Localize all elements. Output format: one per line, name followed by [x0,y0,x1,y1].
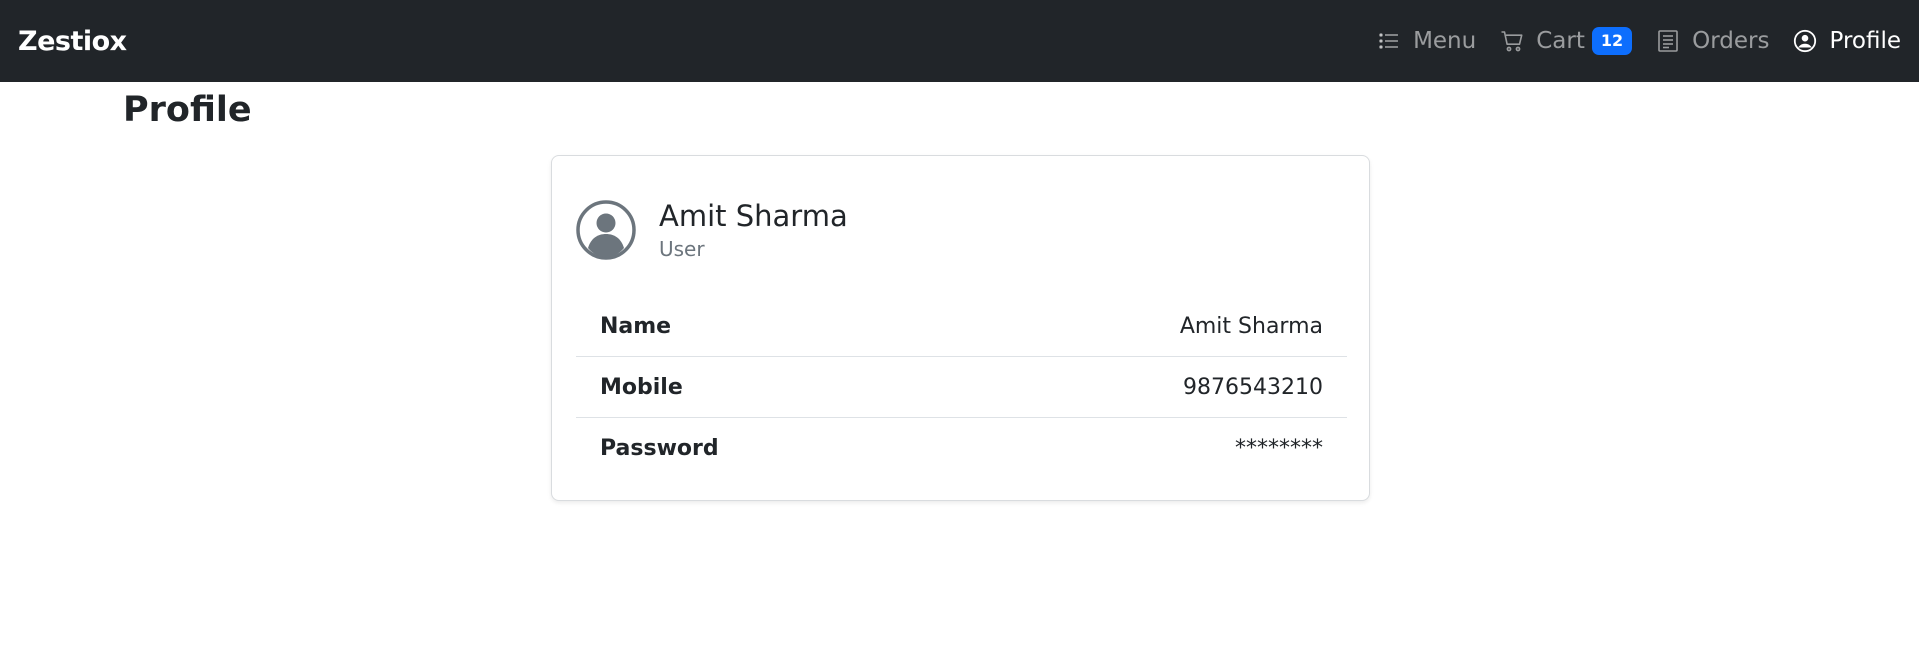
list-icon [1377,29,1401,53]
detail-value: Amit Sharma [1179,313,1323,339]
page-title: Profile [123,90,252,130]
profile-header-text: Amit Sharma User [659,198,848,262]
nav-item-orders-label: Orders [1692,28,1770,54]
receipt-icon [1656,29,1680,53]
nav-links: Menu Cart 12 Orders Profile [1353,0,1901,82]
cart-count-badge: 12 [1591,27,1633,55]
profile-name: Amit Sharma [659,199,848,233]
profile-header: Amit Sharma User [576,198,848,262]
detail-value: ******** [1235,436,1323,461]
nav-item-orders[interactable]: Orders [1656,28,1769,54]
detail-label: Mobile [600,374,683,400]
profile-details-list: Name Amit Sharma Mobile 9876543210 Passw… [576,296,1347,479]
detail-row-mobile: Mobile 9876543210 [576,357,1347,418]
nav-item-menu-label: Menu [1413,28,1477,54]
detail-label: Password [600,436,719,461]
person-circle-icon [1793,29,1817,53]
avatar-icon [576,200,636,260]
brand-logo[interactable]: Zestiox [18,26,127,57]
nav-item-profile-label: Profile [1829,28,1901,54]
nav-item-cart[interactable]: Cart 12 [1500,27,1633,55]
profile-role: User [659,237,705,261]
profile-card: Amit Sharma User Name Amit Sharma Mobile… [551,155,1370,501]
detail-value: 9876543210 [1183,374,1323,400]
nav-item-menu[interactable]: Menu [1377,28,1476,54]
detail-row-name: Name Amit Sharma [576,296,1347,357]
nav-item-cart-label: Cart [1536,28,1585,54]
top-navbar: Zestiox Menu Cart 12 Orders Profile [0,0,1919,82]
detail-row-password: Password ******** [576,418,1347,479]
detail-label: Name [600,313,672,339]
nav-item-profile[interactable]: Profile [1793,28,1901,54]
cart-icon [1500,29,1524,53]
